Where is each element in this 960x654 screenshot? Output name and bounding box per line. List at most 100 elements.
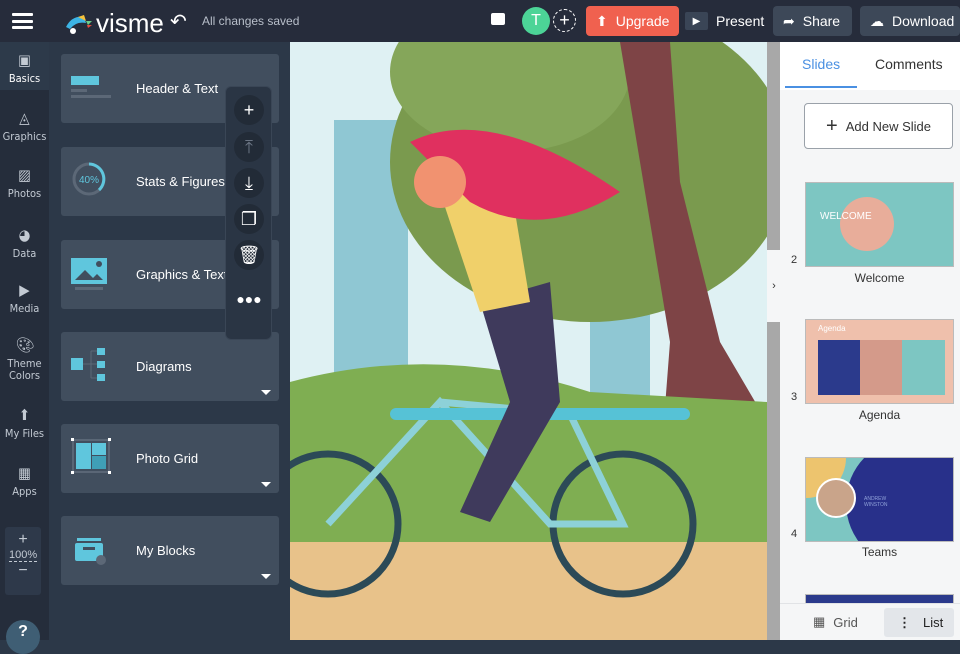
image-icon: ▨: [18, 166, 31, 184]
pie-chart-icon: ◕: [18, 226, 31, 244]
more-icon[interactable]: ●●●: [234, 284, 264, 314]
comment-icon[interactable]: [491, 13, 505, 25]
upgrade-button[interactable]: ⬆ Upgrade: [586, 6, 679, 36]
active-tab-indicator: [785, 86, 857, 88]
sidebar-item-graphics[interactable]: ◬ Graphics: [0, 109, 49, 143]
sidebar-label: Theme Colors: [7, 357, 42, 382]
stats-ring-icon: 40%: [72, 162, 106, 196]
sidebar-label: Basics: [8, 72, 41, 85]
media-icon: ▶: [19, 281, 30, 299]
cloud-download-icon: ☁: [870, 12, 884, 29]
view-toggle-bar: ▦ Grid ⋮ List: [780, 603, 960, 640]
add-icon[interactable]: +: [234, 95, 264, 125]
slide-number: 3: [791, 391, 798, 403]
present-label: Present: [716, 13, 765, 29]
folder-upload-icon: ⬆: [18, 406, 31, 424]
abc-blocks-icon: ▣: [18, 51, 31, 69]
zoom-control: + 100% −: [5, 527, 41, 595]
grid-view-button[interactable]: ▦ Grid: [813, 614, 858, 630]
sidebar-item-apps[interactable]: ▦ Apps: [0, 466, 49, 498]
help-button[interactable]: ?: [6, 620, 40, 654]
save-status: All changes saved: [202, 14, 300, 28]
slide-number: 4: [791, 528, 798, 540]
upgrade-label: Upgrade: [615, 13, 670, 29]
menu-icon[interactable]: [12, 13, 33, 29]
photo-grid-icon: [71, 438, 111, 474]
slide-thumbnail-teams[interactable]: ANDREW WINSTON: [805, 457, 954, 542]
sidebar-item-basics[interactable]: ▣ Basics: [0, 42, 49, 90]
sidebar-label: Data: [12, 247, 37, 260]
thumb-title: Agenda: [818, 324, 846, 333]
grid-icon: ▦: [813, 614, 826, 629]
slides-panel: Slides Comments + Add New Slide 2 WELCOME…: [780, 42, 960, 640]
share-arrow-icon: ➦: [783, 12, 795, 29]
slide-title: Agenda: [858, 408, 901, 422]
present-button[interactable]: ▶ Present: [685, 6, 764, 36]
block-toolbar: + ⤒ ⤓ ❐ 🗑︎ ●●●: [225, 86, 272, 340]
chevron-down-icon[interactable]: [261, 482, 271, 487]
sidebar-label: Apps: [12, 485, 37, 498]
diagram-icon: [71, 348, 105, 381]
logo-text: visme: [96, 8, 164, 38]
move-down-icon[interactable]: ⤓: [234, 168, 264, 198]
panel-divider: [767, 42, 780, 640]
tab-slides[interactable]: Slides: [802, 56, 840, 72]
add-new-slide-button[interactable]: + Add New Slide: [804, 103, 953, 149]
list-icon: ⋮: [898, 614, 911, 630]
sidebar-item-my-files[interactable]: ⬆ My Files: [0, 406, 49, 440]
block-label: Graphics & Text: [136, 267, 228, 282]
chevron-down-icon[interactable]: [261, 390, 271, 395]
sidebar-label: Graphics: [2, 130, 47, 143]
archive-box-icon: [75, 538, 106, 565]
sidebar-item-data[interactable]: ◕ Data: [0, 226, 49, 260]
shapes-icon: ◬: [19, 109, 30, 127]
sidebar-item-media[interactable]: ▶ Media: [0, 281, 49, 315]
tab-comments[interactable]: Comments: [875, 56, 943, 72]
sidebar-label: Photos: [7, 187, 42, 200]
block-diagrams[interactable]: Diagrams: [61, 332, 279, 401]
chevron-down-icon[interactable]: [261, 574, 271, 579]
slide-canvas[interactable]: [290, 42, 767, 640]
block-my-blocks[interactable]: My Blocks: [61, 516, 279, 585]
stats-badge: 40%: [79, 175, 99, 186]
palette-icon: 🎨︎: [15, 336, 35, 354]
share-button[interactable]: ➦ Share: [773, 6, 852, 36]
thumb-title: WELCOME: [820, 211, 872, 222]
block-label: Diagrams: [136, 359, 192, 374]
undo-icon[interactable]: ↶: [170, 9, 187, 34]
block-label: My Blocks: [136, 543, 196, 558]
zoom-in-button[interactable]: +: [5, 531, 41, 549]
zoom-out-button[interactable]: −: [5, 562, 41, 580]
cyclist-illustration: [290, 42, 767, 640]
zoom-level[interactable]: 100%: [9, 549, 37, 562]
sidebar-label: Media: [9, 302, 40, 315]
header-text-icon: [71, 76, 111, 98]
list-view-button[interactable]: ⋮ List: [884, 608, 954, 637]
sidebar-item-theme-colors[interactable]: 🎨︎ Theme Colors: [0, 336, 49, 382]
add-slide-label: Add New Slide: [845, 118, 931, 134]
avatar[interactable]: T: [522, 7, 550, 35]
block-label: Stats & Figures: [136, 174, 225, 189]
thumb-title: ANDREW WINSTON: [864, 496, 888, 508]
list-label: List: [923, 615, 944, 630]
slide-title: Welcome: [854, 271, 905, 285]
slide-thumbnail-welcome[interactable]: WELCOME: [805, 182, 954, 267]
add-collaborator-icon[interactable]: +: [553, 9, 576, 32]
duplicate-icon[interactable]: ❐: [234, 204, 264, 234]
slide-number: 2: [791, 254, 798, 266]
image-text-icon: [71, 258, 107, 290]
share-label: Share: [802, 13, 841, 29]
block-photo-grid[interactable]: Photo Grid: [61, 424, 279, 493]
delete-icon[interactable]: 🗑︎: [234, 240, 264, 270]
visme-logo[interactable]: visme: [64, 8, 164, 39]
download-button[interactable]: ☁ Download: [860, 6, 960, 36]
upgrade-arrow-icon: ⬆: [596, 12, 608, 29]
slide-thumbnail-agenda[interactable]: Agenda: [805, 319, 954, 404]
move-up-icon[interactable]: ⤒: [234, 132, 264, 162]
block-label: Photo Grid: [136, 451, 199, 466]
grid-label: Grid: [833, 614, 858, 630]
play-icon: ▶: [685, 12, 708, 30]
sidebar-item-photos[interactable]: ▨ Photos: [0, 166, 49, 200]
plus-icon: +: [826, 114, 838, 137]
collapse-panel-toggle[interactable]: ›: [767, 250, 781, 322]
